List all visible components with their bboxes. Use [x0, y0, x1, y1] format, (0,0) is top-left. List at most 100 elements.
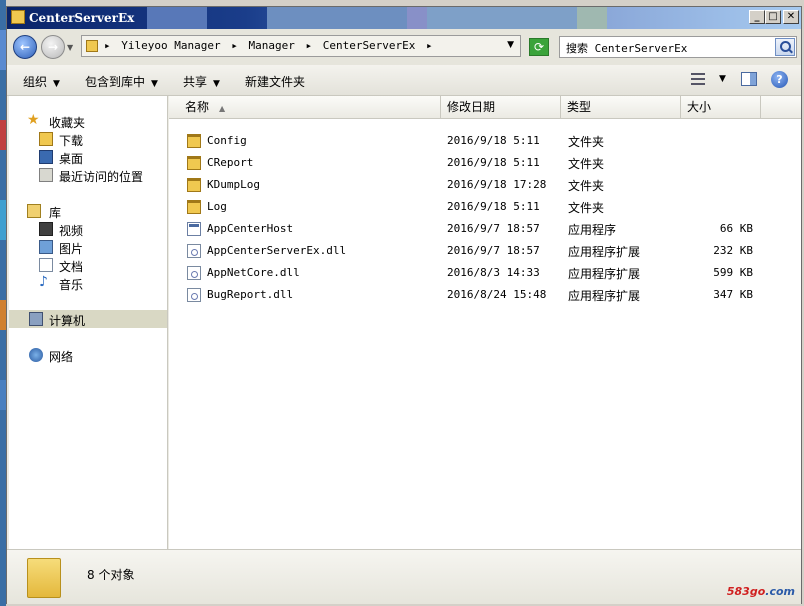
nav-recent-places[interactable]: 最近访问的位置 — [9, 166, 167, 184]
watermark: 583go.com — [727, 585, 795, 598]
file-date: 2016/9/7 18:57 — [447, 222, 540, 235]
column-header-size[interactable]: 大小 — [681, 96, 761, 118]
explorer-window: CenterServerEx _ □ ✕ ← → ▼ ▸ Yileyoo Man… — [6, 6, 802, 604]
forward-button[interactable]: → — [41, 35, 65, 59]
share-label: 共享 — [183, 75, 208, 89]
list-item[interactable]: KDumpLog 2016/9/18 17:28 文件夹 — [169, 174, 801, 196]
organize-button[interactable]: 组织 ▼ — [23, 73, 60, 90]
view-dropdown-icon[interactable]: ▼ — [719, 74, 726, 84]
folder-icon — [187, 134, 201, 148]
folder-icon — [11, 10, 25, 24]
file-date: 2016/9/7 18:57 — [447, 244, 540, 257]
file-size: 347 KB — [713, 288, 753, 301]
include-in-library-button[interactable]: 包含到库中 ▼ — [85, 73, 158, 90]
breadcrumb-manager[interactable]: Manager — [248, 39, 294, 52]
nav-music[interactable]: ♪ 音乐 — [9, 274, 167, 292]
breadcrumb-separator[interactable]: ▸ — [426, 39, 433, 52]
file-date: 2016/9/18 5:11 — [447, 134, 540, 147]
title-bar[interactable]: CenterServerEx _ □ ✕ — [7, 7, 801, 29]
breadcrumb-separator[interactable]: ▸ — [231, 39, 238, 52]
breadcrumb-centerserverex[interactable]: CenterServerEx — [323, 39, 416, 52]
list-item[interactable]: AppNetCore.dll 2016/8/3 14:33 应用程序扩展 599… — [169, 262, 801, 284]
file-type: 应用程序 — [568, 223, 617, 237]
nav-documents[interactable]: 文档 — [9, 256, 167, 274]
nav-downloads[interactable]: 下载 — [9, 130, 167, 148]
list-item[interactable]: CReport 2016/9/18 5:11 文件夹 — [169, 152, 801, 174]
nav-network[interactable]: 网络 — [9, 346, 167, 364]
preview-pane-icon[interactable] — [741, 72, 757, 86]
nav-pictures[interactable]: 图片 — [9, 238, 167, 256]
column-header-row: 名称 ▲ 修改日期 类型 大小 — [169, 96, 801, 119]
downloads-folder-icon — [39, 132, 53, 146]
file-size: 599 KB — [713, 266, 753, 279]
list-item[interactable]: Log 2016/9/18 5:11 文件夹 — [169, 196, 801, 218]
file-type: 应用程序扩展 — [568, 245, 641, 259]
recent-pages-dropdown-icon[interactable]: ▼ — [67, 43, 73, 52]
file-size: 232 KB — [713, 244, 753, 257]
search-placeholder: 搜索 CenterServerEx — [566, 42, 688, 55]
dll-icon — [187, 266, 201, 280]
search-icon[interactable] — [775, 38, 795, 56]
breadcrumb-separator[interactable]: ▸ — [305, 39, 312, 52]
chevron-down-icon: ▼ — [53, 79, 60, 89]
nav-computer[interactable]: 计算机 — [9, 310, 167, 328]
nav-videos[interactable]: 视频 — [9, 220, 167, 238]
list-item[interactable]: BugReport.dll 2016/8/24 15:48 应用程序扩展 347… — [169, 284, 801, 306]
nav-label: 文档 — [59, 260, 84, 274]
star-icon: ★ — [27, 112, 40, 128]
list-item[interactable]: Config 2016/9/18 5:11 文件夹 — [169, 130, 801, 152]
folder-icon — [187, 178, 201, 192]
address-row: ← → ▼ ▸ Yileyoo Manager ▸ Manager ▸ Cent… — [7, 29, 801, 65]
watermark-text: .com — [765, 585, 795, 598]
file-name: KDumpLog — [207, 178, 260, 191]
file-date: 2016/9/18 5:11 — [447, 156, 540, 169]
file-list: 名称 ▲ 修改日期 类型 大小 Config 2016/9/18 5:11 文件夹… — [169, 96, 801, 550]
recent-places-icon — [39, 168, 53, 182]
view-options-icon[interactable] — [691, 73, 705, 85]
help-icon[interactable]: ? — [771, 71, 788, 88]
column-header-date[interactable]: 修改日期 — [441, 96, 561, 118]
file-name: AppNetCore.dll — [207, 266, 300, 279]
share-button[interactable]: 共享 ▼ — [183, 73, 220, 90]
column-header-type[interactable]: 类型 — [561, 96, 681, 118]
nav-label: 库 — [49, 206, 62, 220]
column-label: 大小 — [687, 100, 712, 114]
list-item[interactable]: AppCenterHost 2016/9/7 18:57 应用程序 66 KB — [169, 218, 801, 240]
address-dropdown-icon[interactable]: ▼ — [507, 40, 514, 50]
nav-favorites[interactable]: ★ 收藏夹 — [9, 112, 167, 130]
file-type: 文件夹 — [568, 201, 605, 215]
dll-icon — [187, 288, 201, 302]
item-count: 8 个对象 — [87, 568, 135, 582]
search-input[interactable]: 搜索 CenterServerEx — [559, 36, 797, 58]
list-item[interactable]: AppCenterServerEx.dll 2016/9/7 18:57 应用程… — [169, 240, 801, 262]
folder-icon — [187, 200, 201, 214]
library-icon — [27, 204, 41, 218]
address-bar[interactable]: ▸ Yileyoo Manager ▸ Manager ▸ CenterServ… — [81, 35, 521, 57]
nav-desktop[interactable]: 桌面 — [9, 148, 167, 166]
maximize-button[interactable]: □ — [765, 10, 781, 24]
file-date: 2016/8/3 14:33 — [447, 266, 540, 279]
back-button[interactable]: ← — [13, 35, 37, 59]
nav-label: 音乐 — [59, 278, 84, 292]
chevron-down-icon: ▼ — [151, 79, 158, 89]
file-name: Config — [207, 134, 247, 147]
dll-icon — [187, 244, 201, 258]
breadcrumb-yileyoo-manager[interactable]: Yileyoo Manager — [121, 39, 220, 52]
breadcrumb-separator[interactable]: ▸ — [104, 39, 111, 52]
column-header-name[interactable]: 名称 ▲ — [179, 96, 441, 118]
new-folder-label: 新建文件夹 — [245, 75, 306, 89]
refresh-button[interactable]: ⟳ — [529, 38, 549, 56]
sort-ascending-icon: ▲ — [219, 104, 226, 113]
nav-label: 最近访问的位置 — [59, 170, 144, 184]
file-date: 2016/8/24 15:48 — [447, 288, 547, 301]
folder-icon — [187, 156, 201, 170]
file-type: 文件夹 — [568, 157, 605, 171]
desktop-icon — [39, 150, 53, 164]
file-name: Log — [207, 200, 227, 213]
close-button[interactable]: ✕ — [783, 10, 799, 24]
nav-label: 网络 — [49, 350, 74, 364]
nav-libraries[interactable]: 库 — [9, 202, 167, 220]
new-folder-button[interactable]: 新建文件夹 — [245, 73, 305, 90]
minimize-button[interactable]: _ — [749, 10, 765, 24]
nav-label: 计算机 — [49, 314, 86, 328]
